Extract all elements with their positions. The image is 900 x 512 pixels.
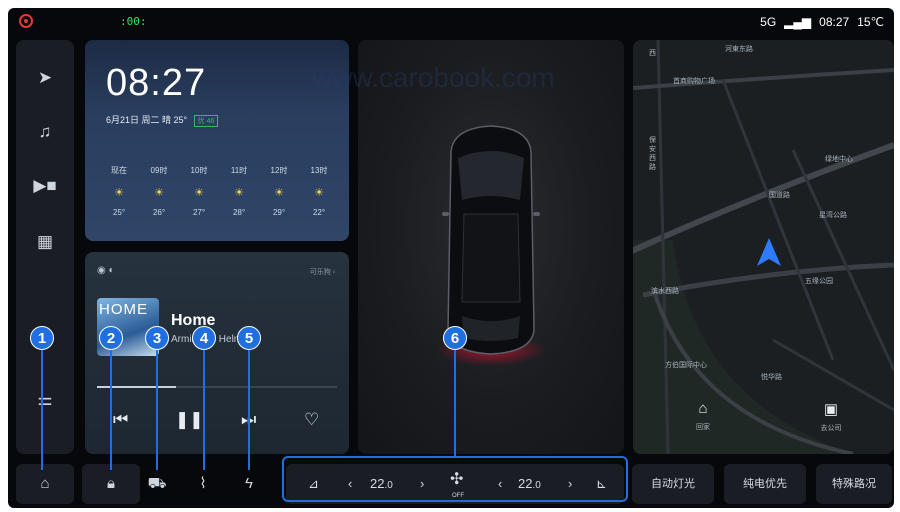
status-right: 5G ▂▄▆ 08:27 15℃ (760, 15, 884, 29)
sun-icon: ☀ (154, 187, 164, 199)
map-label: 绿地中心 (825, 156, 853, 163)
hour-label: 现在 (111, 166, 127, 175)
ev-priority-button[interactable]: 纯电优先 (724, 464, 806, 504)
favorite-heart-icon[interactable]: ♡ (304, 410, 319, 430)
callout-line-6 (454, 350, 456, 458)
map-label: 悦华路 (761, 374, 782, 381)
status-time: 08:27 (819, 15, 850, 29)
map-label: 西 (649, 50, 656, 57)
music-icon[interactable]: ♫ (16, 122, 74, 142)
hour-item: 09时 ☀ 26° (139, 165, 179, 217)
signal-icon: ▂▄▆ (784, 15, 812, 29)
hour-label: 13时 (310, 166, 328, 175)
progress-fill (97, 386, 177, 388)
go-company-label: 去公司 (820, 425, 842, 432)
go-home-label: 回家 (696, 424, 710, 431)
pause-icon[interactable]: ❚❚ (175, 410, 204, 430)
hour-label: 09时 (150, 166, 168, 175)
settings-toggle-icon[interactable]: ⚌ (16, 390, 74, 410)
map-label: 五缘公园 (805, 278, 833, 285)
map-label: 方伯国际中心 (665, 362, 707, 369)
music-source-label[interactable]: 可乐狗 › (310, 267, 335, 277)
video-icon[interactable]: ▶■ (16, 176, 74, 196)
callout-line-1 (41, 350, 43, 470)
record-icon (19, 14, 33, 28)
music-source-icons: ◉ ◐ (97, 265, 115, 276)
special-road-button[interactable]: 特殊路况 (816, 464, 892, 504)
go-company-button[interactable]: ▣ 去公司 (801, 400, 861, 433)
aqi-badge: 优 46 (193, 115, 219, 127)
map-panel[interactable]: 西 河東东路 首商购物广场 保安西路 绿地中心 国道路 星湾公路 五缘公园 滨水… (633, 40, 894, 454)
wiper-icon: ⌇ (199, 475, 207, 492)
hour-item: 13时 ☀ 22° (299, 165, 339, 217)
date-weather-line: 6月21日 周二 晴 25° 优 46 (106, 113, 219, 127)
lightning-icon: ϟ (245, 475, 253, 492)
date-text: 6月21日 周二 晴 25° (106, 115, 188, 125)
car-infotainment-screen: :00: 5G ▂▄▆ 08:27 15℃ ➤ ♫ ▶■ ▦ ⚌ 08:27 6… (8, 8, 894, 508)
sidebar: ➤ ♫ ▶■ ▦ ⚌ (16, 40, 74, 454)
weather-card[interactable]: 08:27 6月21日 周二 晴 25° 优 46 现在 ☀ 25° 09时 ☀ 26°… (85, 40, 349, 241)
map-label: 国道路 (769, 192, 790, 199)
watermark: www.carobook.com (312, 62, 555, 93)
charge-button[interactable]: ϟ (220, 464, 278, 504)
callout-line-5 (248, 350, 250, 470)
briefcase-icon: ▣ (823, 401, 839, 418)
hour-temp: 28° (232, 208, 246, 217)
map-label: 河東东路 (725, 46, 753, 53)
callout-badge-4: 4 (192, 326, 216, 350)
home-icon: ⌂ (698, 400, 708, 417)
hour-item: 现在 ☀ 25° (99, 165, 139, 217)
callout-badge-1: 1 (30, 326, 54, 350)
status-bar: :00: 5G ▂▄▆ 08:27 15℃ (8, 8, 894, 36)
hour-temp: 22° (312, 208, 326, 217)
outside-temperature: 15℃ (857, 15, 884, 29)
go-home-button[interactable]: ⌂ 回家 (673, 400, 733, 432)
navigation-icon[interactable]: ➤ (16, 68, 74, 88)
network-label: 5G (760, 15, 777, 29)
callout-highlight-box (282, 456, 628, 502)
vehicle-view-panel[interactable] (358, 40, 624, 454)
hour-item: 12时 ☀ 29° (259, 165, 299, 217)
navigation-arrow-icon (757, 238, 781, 266)
car-top-view-icon (436, 125, 546, 366)
hourly-forecast: 现在 ☀ 25° 09时 ☀ 26° 10时 ☀ 27° 11时 ☀ 28° 12时 ☀ 29° 1… (99, 165, 339, 217)
progress-bar[interactable] (97, 386, 337, 388)
hour-label: 12时 (270, 166, 288, 175)
hour-temp: 26° (152, 208, 166, 217)
sun-icon: ☀ (314, 187, 324, 199)
car-trunk-icon: ⛟ (147, 475, 167, 492)
album-art-text: HOME (99, 301, 148, 318)
hour-label: 10时 (190, 166, 208, 175)
map-label: 滨水西路 (651, 288, 679, 295)
sun-icon: ☀ (194, 187, 204, 199)
sun-icon: ☀ (234, 187, 244, 199)
hour-temp: 25° (112, 208, 126, 217)
apps-grid-icon[interactable]: ▦ (16, 232, 74, 252)
hour-temp: 29° (272, 208, 286, 217)
map-label: 保安西路 (649, 137, 656, 171)
callout-badge-5: 5 (237, 326, 261, 350)
home-icon: ⌂ (40, 475, 50, 492)
clock-time: 08:27 (106, 62, 207, 104)
hour-temp: 27° (192, 208, 206, 217)
home-button[interactable]: ⌂ (16, 464, 74, 504)
hour-item: 10时 ☀ 27° (179, 165, 219, 217)
auto-light-button[interactable]: 自动灯光 (632, 464, 714, 504)
callout-line-4 (203, 350, 205, 470)
callout-line-2 (110, 350, 112, 470)
sun-icon: ☀ (114, 187, 124, 199)
music-card[interactable]: ◉ ◐ 可乐狗 › HOME Home Armin van Helma ⏮ ❚❚… (85, 252, 349, 454)
map-label: 星湾公路 (819, 212, 847, 219)
hour-label: 11时 (230, 166, 248, 175)
map-label: 首商购物广场 (673, 78, 715, 85)
previous-track-icon[interactable]: ⏮ (113, 410, 128, 430)
lock-icon: 🔒︎ (107, 475, 115, 492)
lamp-indicator: :00: (120, 15, 147, 28)
callout-badge-2: 2 (99, 326, 123, 350)
callout-badge-3: 3 (145, 326, 169, 350)
callout-badge-6: 6 (443, 326, 467, 350)
sun-icon: ☀ (274, 187, 284, 199)
hour-item: 11时 ☀ 28° (219, 165, 259, 217)
callout-line-3 (156, 350, 158, 470)
